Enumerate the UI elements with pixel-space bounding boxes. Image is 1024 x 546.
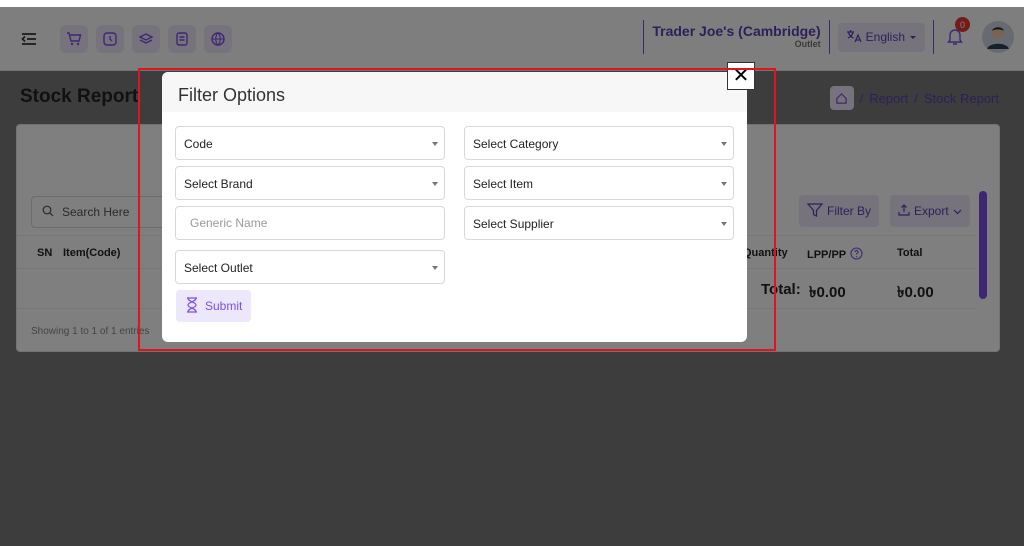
category-select-value: Select Category bbox=[473, 137, 559, 151]
close-button[interactable]: ✕ bbox=[727, 62, 755, 90]
caret-down-icon bbox=[432, 182, 438, 186]
code-select[interactable]: Code bbox=[175, 126, 445, 160]
caret-down-icon bbox=[721, 222, 727, 226]
modal-header: Filter Options bbox=[162, 72, 747, 112]
modal-title: Filter Options bbox=[178, 85, 286, 105]
outlet-select-value: Select Outlet bbox=[184, 261, 253, 275]
caret-down-icon bbox=[721, 182, 727, 186]
outlet-select[interactable]: Select Outlet bbox=[175, 250, 445, 284]
supplier-select[interactable]: Select Supplier bbox=[464, 206, 734, 240]
filter-options-modal: Filter Options Code Select Category Sele… bbox=[162, 72, 747, 342]
category-select[interactable]: Select Category bbox=[464, 126, 734, 160]
brand-select[interactable]: Select Brand bbox=[175, 166, 445, 200]
submit-button[interactable]: Submit bbox=[176, 290, 252, 322]
caret-down-icon bbox=[432, 266, 438, 270]
hourglass-icon bbox=[185, 296, 199, 316]
code-select-value: Code bbox=[184, 137, 213, 151]
generic-name-field[interactable] bbox=[175, 206, 445, 240]
generic-name-input[interactable] bbox=[176, 207, 444, 239]
supplier-select-value: Select Supplier bbox=[473, 217, 554, 231]
item-select[interactable]: Select Item bbox=[464, 166, 734, 200]
item-select-value: Select Item bbox=[473, 177, 534, 191]
top-strip bbox=[0, 0, 1024, 7]
caret-down-icon bbox=[432, 142, 438, 146]
submit-label: Submit bbox=[205, 299, 243, 313]
brand-select-value: Select Brand bbox=[184, 177, 253, 191]
caret-down-icon bbox=[721, 142, 727, 146]
